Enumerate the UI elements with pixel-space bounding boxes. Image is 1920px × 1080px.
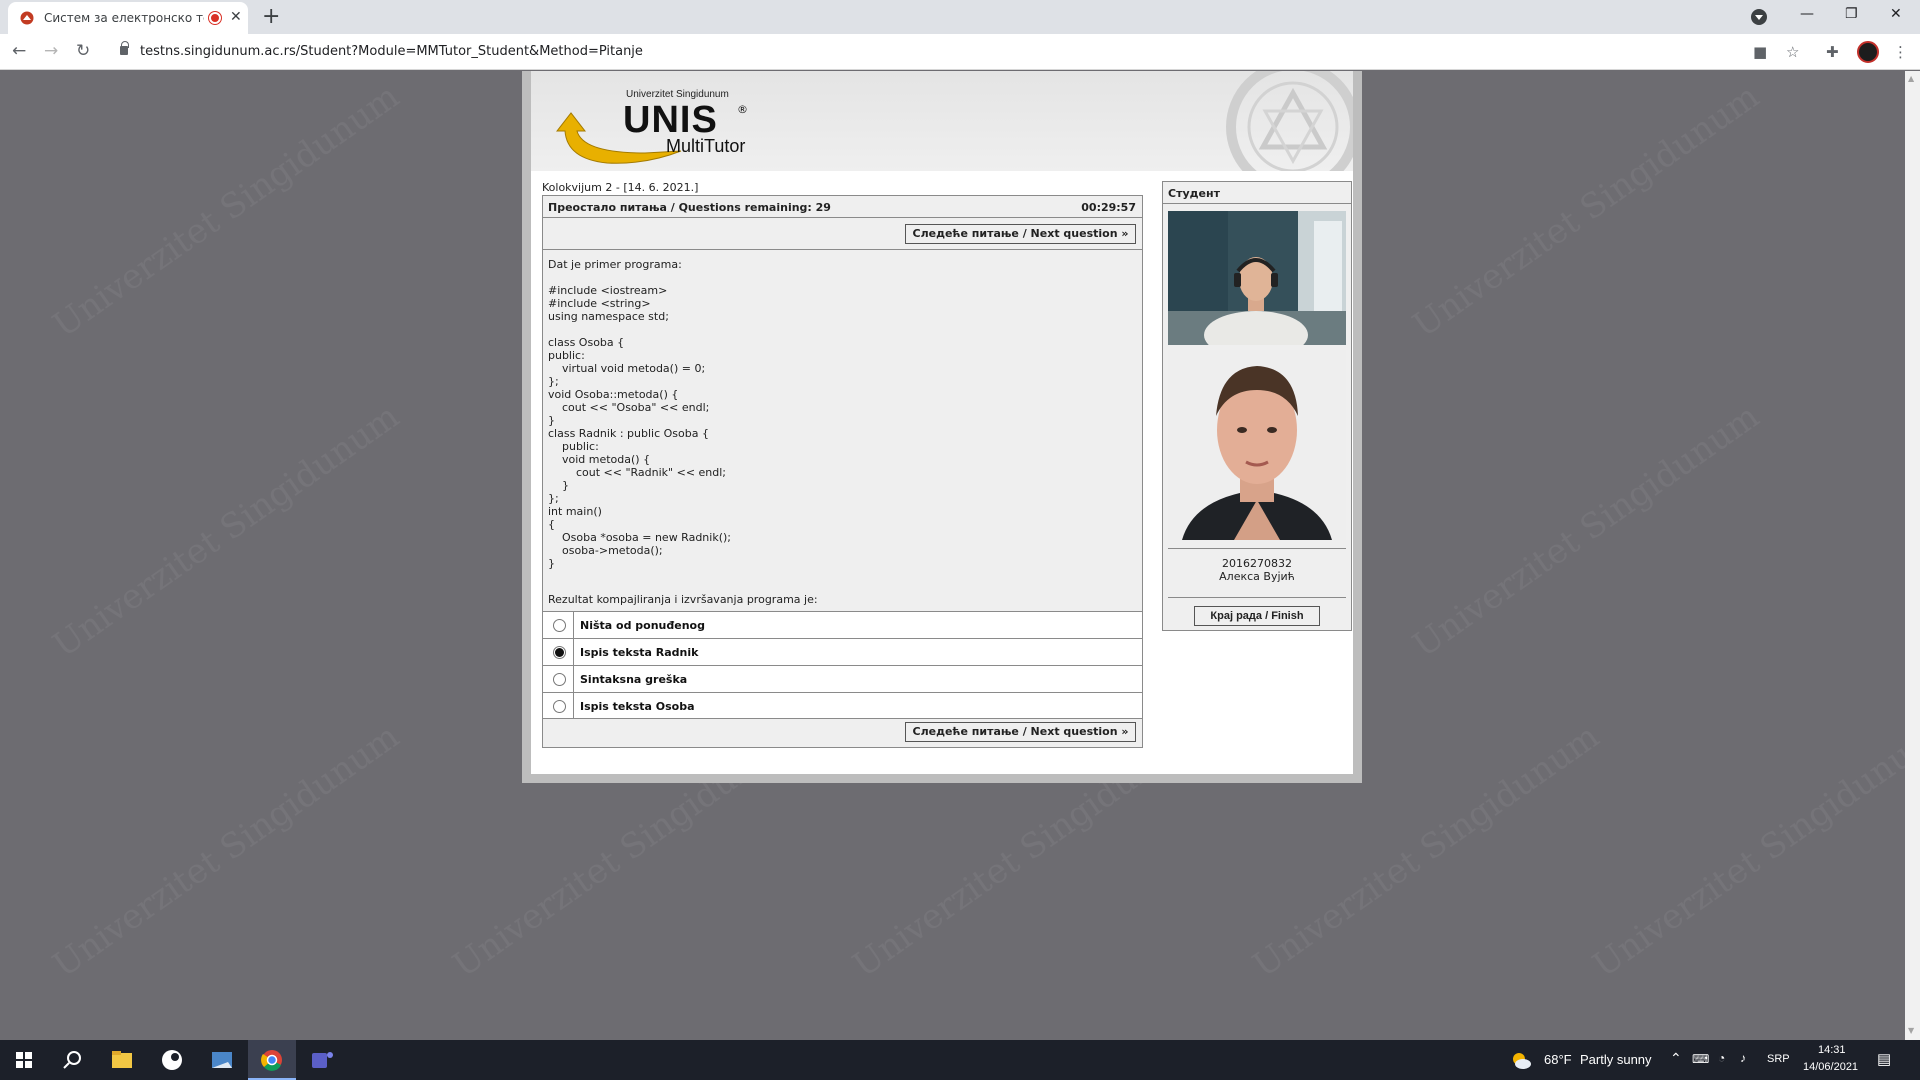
browser-menu-icon[interactable]: ⋮ <box>1893 43 1908 61</box>
answer-option[interactable]: Sintaksna greška <box>543 665 1142 692</box>
camera-in-use-icon[interactable]: ■ <box>1753 43 1767 61</box>
logo-product-name: MultiTutor <box>666 136 746 156</box>
answer-option[interactable]: Ispis teksta Osoba <box>543 692 1142 719</box>
student-id: 2016270832 <box>1222 557 1292 570</box>
exam-title: Kolokvijum 2 - [14. 6. 2021.] <box>542 181 699 194</box>
university-seal-icon <box>1226 71 1353 171</box>
chrome-taskbar-button[interactable] <box>248 1040 296 1080</box>
student-photo <box>1168 350 1346 540</box>
page-scrollbar[interactable]: ▲ ▼ <box>1905 71 1920 1040</box>
volume-icon[interactable]: ♪ <box>1740 1051 1746 1065</box>
scroll-up-icon[interactable]: ▲ <box>1908 74 1914 83</box>
weather-partly-sunny-icon[interactable] <box>1510 1050 1532 1070</box>
extensions-puzzle-icon[interactable]: ✚ <box>1826 43 1839 61</box>
answer-radio-selected[interactable] <box>553 646 566 659</box>
show-hidden-icons-icon[interactable]: ⌃ <box>1670 1050 1682 1067</box>
lock-icon <box>120 41 129 55</box>
file-explorer-icon[interactable] <box>98 1040 146 1080</box>
site-favicon-icon <box>20 11 34 25</box>
clock-time[interactable]: 14:31 <box>1818 1044 1846 1056</box>
divider <box>1168 597 1346 598</box>
answer-label[interactable]: Ništa od ponuđenog <box>580 619 705 632</box>
back-arrow-icon[interactable]: ← <box>12 41 26 61</box>
new-tab-button[interactable]: + <box>262 4 280 29</box>
search-icon[interactable] <box>48 1040 96 1080</box>
question-intro: Dat je primer programa: <box>548 258 682 271</box>
teams-icon[interactable] <box>298 1040 346 1080</box>
finish-button[interactable]: Крај рада / Finish <box>1194 606 1320 626</box>
countdown-timer: 00:29:57 <box>1081 201 1136 214</box>
watermark-text: Univerzitet Singidunum <box>1585 716 1905 986</box>
browser-tab[interactable]: Систем за електронско тест ✕ <box>8 2 248 34</box>
site-header: Univerzitet Singidunum UNIS ® MultiTutor <box>531 71 1353 171</box>
notifications-icon[interactable]: ▤ <box>1877 1050 1891 1068</box>
watermark-text: Univerzitet Singidunum <box>45 76 407 346</box>
student-panel-title: Студент <box>1168 187 1220 200</box>
question-status-bar: Преостало питања / Questions remaining: … <box>543 196 1142 218</box>
restore-button[interactable]: ❐ <box>1845 6 1858 22</box>
steam-icon[interactable] <box>148 1040 196 1080</box>
code-snippet: #include <iostream> #include <string> us… <box>548 284 731 570</box>
weather-temperature[interactable]: 68°F <box>1544 1052 1572 1067</box>
answer-radio[interactable] <box>553 619 566 632</box>
watermark-text: Univerzitet Singidunum <box>1405 396 1767 666</box>
reload-icon[interactable]: ↻ <box>76 41 90 61</box>
minimize-button[interactable]: — <box>1800 6 1814 22</box>
scroll-down-icon[interactable]: ▼ <box>1908 1026 1914 1035</box>
answer-radio[interactable] <box>553 700 566 713</box>
wifi-icon[interactable]: ◔ <box>1718 1051 1725 1065</box>
question-bottom-actions: Следеће питање / Next question » <box>543 719 1142 747</box>
next-question-button[interactable]: Следеће питање / Next question » <box>905 224 1136 244</box>
next-question-button-bottom[interactable]: Следеће питање / Next question » <box>905 722 1136 742</box>
forward-arrow-icon[interactable]: → <box>44 41 58 61</box>
tab-search-icon[interactable] <box>1751 9 1767 25</box>
watermark-text: Univerzitet Singidunum <box>45 396 407 666</box>
answer-option[interactable]: Ispis teksta Radnik <box>543 638 1142 665</box>
student-photo-image <box>1168 350 1346 540</box>
answer-label[interactable]: Ispis teksta Radnik <box>580 646 698 659</box>
answer-option[interactable]: Ništa od ponuđenog <box>543 611 1142 638</box>
watermark-text: Univerzitet Singidunum <box>45 716 407 986</box>
windows-start-icon[interactable] <box>0 1040 48 1080</box>
chrome-icon <box>261 1050 282 1071</box>
address-bar[interactable]: testns.singidunum.ac.rs/Student?Module=M… <box>108 38 1778 66</box>
divider <box>1168 548 1346 549</box>
tab-title: Систем за електронско тест <box>44 11 204 25</box>
answer-label[interactable]: Ispis teksta Osoba <box>580 700 695 713</box>
student-panel-header: Студент <box>1163 182 1351 204</box>
webcam-feed <box>1168 211 1346 345</box>
profile-avatar[interactable] <box>1857 41 1879 63</box>
logo-registered-mark: ® <box>737 103 748 116</box>
page-viewport: Univerzitet Singidunum Univerzitet Singi… <box>0 71 1905 1040</box>
webcam-image <box>1168 211 1346 345</box>
close-window-button[interactable]: ✕ <box>1890 6 1902 22</box>
windows-taskbar: 68°F Partly sunny ⌃ ⌨ ◔ ♪ SRP 14:31 14/0… <box>0 1040 1920 1080</box>
input-language[interactable]: SRP <box>1767 1053 1790 1065</box>
clock-date[interactable]: 14/06/2021 <box>1803 1061 1858 1073</box>
bookmark-star-icon[interactable]: ☆ <box>1786 43 1799 61</box>
browser-tab-bar: Систем за електронско тест ✕ + — ❐ ✕ <box>0 0 1920 34</box>
student-panel: Студент 2016270832 Алекса Вујић Крај рад… <box>1162 181 1352 631</box>
questions-remaining: Преостало питања / Questions remaining: … <box>548 201 831 214</box>
close-tab-icon[interactable]: ✕ <box>230 9 242 25</box>
question-panel: Преостало питања / Questions remaining: … <box>542 195 1143 748</box>
question-prompt: Rezultat kompajliranja i izvršavanja pro… <box>548 593 818 606</box>
recording-indicator-icon <box>209 12 221 24</box>
url-text: testns.singidunum.ac.rs/Student?Module=M… <box>140 44 643 59</box>
keyboard-icon[interactable]: ⌨ <box>1692 1052 1709 1066</box>
answer-radio[interactable] <box>553 673 566 686</box>
watermark-text: Univerzitet Singidunum <box>1405 76 1767 346</box>
question-body: Dat je primer programa: #include <iostre… <box>548 258 1138 570</box>
answer-options: Ništa od ponuđenog Ispis teksta Radnik S… <box>543 611 1142 719</box>
exam-container: Univerzitet Singidunum UNIS ® MultiTutor… <box>522 71 1362 783</box>
app-icon[interactable] <box>198 1040 246 1080</box>
student-name: Алекса Вујић <box>1219 570 1295 583</box>
browser-toolbar: ← → ↻ testns.singidunum.ac.rs/Student?Mo… <box>0 34 1920 70</box>
weather-description[interactable]: Partly sunny <box>1580 1052 1652 1067</box>
answer-label[interactable]: Sintaksna greška <box>580 673 687 686</box>
question-top-actions: Следеће питање / Next question » <box>543 218 1142 250</box>
